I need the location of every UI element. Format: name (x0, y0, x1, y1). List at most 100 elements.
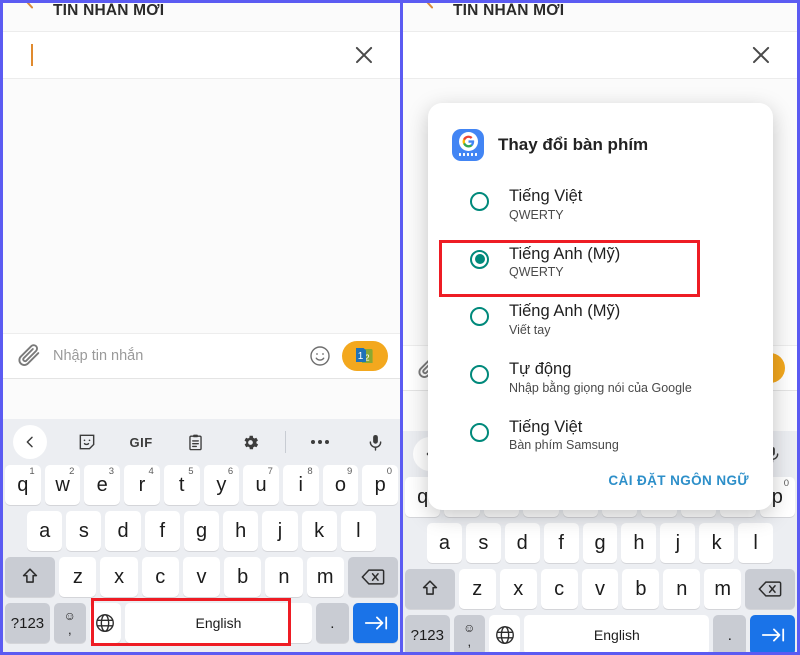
radio-unselected-icon[interactable] (470, 192, 489, 211)
clipboard-icon[interactable] (181, 427, 211, 457)
dialog-header: Thay đổi bàn phím (428, 103, 773, 169)
key-n[interactable]: n (663, 569, 701, 609)
key-p[interactable]: p0 (362, 465, 399, 505)
key-d[interactable]: d (504, 523, 540, 563)
gboard-keys-decoration (458, 153, 478, 156)
close-x-icon[interactable] (749, 43, 773, 67)
key-k[interactable]: k (301, 511, 337, 551)
enter-key[interactable] (353, 603, 398, 643)
key-j[interactable]: j (660, 523, 696, 563)
emoji-comma-key[interactable]: ☺ , (453, 615, 485, 652)
recipient-input-row[interactable] (403, 31, 797, 79)
keyboard-row-3: zxcvbnm (4, 557, 399, 597)
key-w[interactable]: w2 (44, 465, 81, 505)
radio-unselected-icon[interactable] (470, 422, 489, 442)
shift-key[interactable] (405, 569, 455, 609)
emoji-smiley-icon[interactable] (308, 344, 332, 368)
keyboard-row-4: ?123 ☺ , English . (405, 615, 795, 652)
keyboard-option-0[interactable]: Tiếng Việt QWERTY (428, 175, 773, 233)
recipient-input-row[interactable] (3, 31, 400, 79)
key-v[interactable]: v (182, 557, 221, 597)
key-d[interactable]: d (105, 511, 141, 551)
key-e[interactable]: e3 (84, 465, 121, 505)
close-x-icon[interactable] (352, 43, 376, 67)
key-b[interactable]: b (622, 569, 660, 609)
key-t[interactable]: t5 (163, 465, 200, 505)
symbols-key[interactable]: ?123 (5, 603, 50, 643)
page-title: TIN NHẮN MỚI (53, 2, 165, 19)
back-chevron-icon[interactable] (13, 425, 47, 459)
option-title: Tiếng Việt (509, 417, 583, 436)
option-title: Tiếng Anh (Mỹ) (509, 302, 621, 321)
key-number-hint: 8 (307, 466, 313, 477)
radio-unselected-icon[interactable] (470, 307, 489, 327)
key-c[interactable]: c (540, 569, 578, 609)
key-n[interactable]: n (265, 557, 303, 597)
gif-icon[interactable]: GIF (126, 427, 156, 457)
key-x[interactable]: x (100, 557, 138, 597)
key-h[interactable]: h (621, 523, 657, 563)
key-f[interactable]: f (543, 523, 579, 563)
emoji-comma-key[interactable]: ☺ , (53, 603, 86, 643)
key-number-hint: 9 (347, 466, 353, 477)
key-s[interactable]: s (465, 523, 501, 563)
keyboard-option-1[interactable]: Tiếng Anh (Mỹ) QWERTY (428, 233, 773, 291)
key-j[interactable]: j (262, 511, 298, 551)
space-key[interactable]: English (524, 615, 710, 652)
option-text: Tiếng Anh (Mỹ) Viết tay (509, 301, 620, 337)
key-s[interactable]: s (66, 511, 102, 551)
key-y[interactable]: y6 (203, 465, 240, 505)
key-i[interactable]: i8 (282, 465, 319, 505)
key-m[interactable]: m (306, 557, 344, 597)
globe-icon[interactable] (89, 603, 122, 643)
key-m[interactable]: m (704, 569, 742, 609)
sim-selector-button[interactable]: 2 1 (342, 341, 388, 371)
key-o[interactable]: o9 (322, 465, 359, 505)
text-caret (31, 44, 33, 66)
key-b[interactable]: b (224, 557, 262, 597)
key-f[interactable]: f (144, 511, 180, 551)
sticker-icon[interactable] (72, 427, 102, 457)
key-u[interactable]: u7 (243, 465, 279, 505)
back-arrow-icon[interactable] (409, 3, 443, 28)
key-r[interactable]: r4 (124, 465, 160, 505)
radio-selected-icon[interactable] (470, 249, 489, 269)
microphone-icon[interactable] (360, 427, 390, 457)
key-z[interactable]: z (458, 569, 496, 609)
key-g[interactable]: g (183, 511, 220, 551)
globe-icon[interactable] (488, 615, 521, 652)
key-g[interactable]: g (582, 523, 618, 563)
key-k[interactable]: k (699, 523, 735, 563)
key-x[interactable]: x (499, 569, 537, 609)
symbols-key[interactable]: ?123 (405, 615, 450, 652)
back-arrow-icon[interactable] (9, 3, 43, 28)
space-key[interactable]: English (125, 603, 312, 643)
shift-key[interactable] (4, 557, 56, 597)
radio-unselected-icon[interactable] (470, 364, 489, 384)
option-subtitle: Bàn phím Samsung (509, 438, 619, 453)
keyboard-option-2[interactable]: Tiếng Anh (Mỹ) Viết tay (428, 290, 773, 348)
key-l[interactable]: l (738, 523, 774, 563)
settings-gear-icon[interactable] (235, 427, 265, 457)
keyboard-option-3[interactable]: Tự động Nhập bằng giọng nói của Google (428, 348, 773, 406)
key-q[interactable]: q1 (4, 465, 41, 505)
app-header-right: TIN NHẮN MỚI (403, 3, 797, 31)
gboard-icon (452, 129, 484, 161)
key-a[interactable]: a (27, 511, 63, 551)
enter-key[interactable] (750, 615, 795, 652)
key-z[interactable]: z (59, 557, 97, 597)
key-a[interactable]: a (427, 523, 462, 563)
keyboard-option-4[interactable]: Tiếng Việt Bàn phím Samsung (428, 406, 773, 464)
backspace-key[interactable] (745, 569, 795, 609)
language-settings-link[interactable]: CÀI ĐẶT NGÔN NGỮ (608, 473, 749, 488)
more-options-icon[interactable] (305, 427, 335, 457)
key-h[interactable]: h (223, 511, 259, 551)
compose-placeholder[interactable]: Nhập tin nhắn (53, 348, 143, 364)
period-key[interactable]: . (713, 615, 747, 652)
key-c[interactable]: c (141, 557, 179, 597)
key-v[interactable]: v (581, 569, 619, 609)
key-l[interactable]: l (340, 511, 376, 551)
period-key[interactable]: . (315, 603, 350, 643)
paperclip-icon[interactable] (15, 342, 43, 370)
backspace-key[interactable] (347, 557, 399, 597)
